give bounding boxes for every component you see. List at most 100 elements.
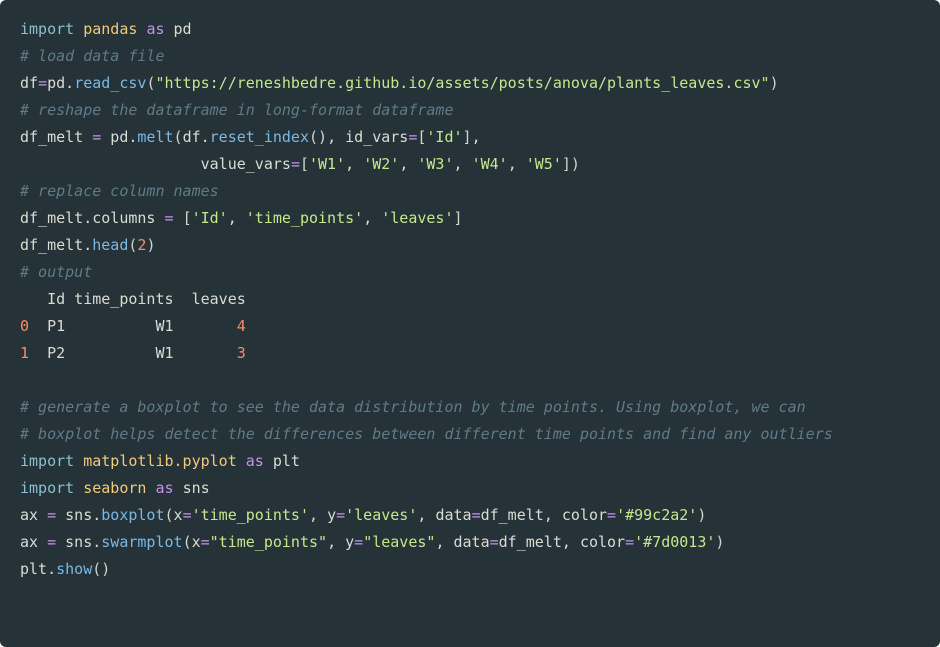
comma: , <box>399 155 417 173</box>
function-call: show <box>56 560 92 578</box>
string-literal: 'leaves' <box>345 506 417 524</box>
identifier: ax <box>20 506 47 524</box>
comment: # reshape the dataframe in long-format d… <box>20 101 453 119</box>
keyword-import: import <box>20 479 74 497</box>
identifier: ax <box>20 533 47 551</box>
equals: = <box>607 506 616 524</box>
identifier: sns <box>56 506 92 524</box>
string-literal: 'time_points' <box>192 506 309 524</box>
comma: , <box>228 209 246 227</box>
code-line: plt.show() <box>20 560 110 578</box>
string-literal: "https://reneshbedre.github.io/assets/po… <box>155 74 769 92</box>
code-line: # boxplot helps detect the differences b… <box>20 425 833 443</box>
keyword-as: as <box>155 479 173 497</box>
alias: sns <box>183 479 210 497</box>
paren-close: ) <box>101 560 110 578</box>
code-line: # generate a boxplot to see the data dis… <box>20 398 815 416</box>
output-index: 0 <box>20 317 29 335</box>
equals: = <box>354 533 363 551</box>
code-line: value_vars=['W1', 'W2', 'W3', 'W4', 'W5'… <box>20 155 580 173</box>
comma: , <box>345 155 363 173</box>
kwarg: color <box>562 506 607 524</box>
code-block[interactable]: import pandas as pd # load data file df=… <box>0 0 940 647</box>
identifier: df_melt <box>481 506 544 524</box>
equals: = <box>291 155 300 173</box>
module-name: matplotlib.pyplot <box>83 452 237 470</box>
identifier: df_melt <box>20 209 83 227</box>
module-name: pandas <box>83 20 137 38</box>
identifier: df <box>20 74 38 92</box>
code-line: # load data file <box>20 47 165 65</box>
comma: , <box>472 128 481 146</box>
bracket-close: ] <box>463 128 472 146</box>
kwarg: data <box>435 506 471 524</box>
alias: plt <box>273 452 300 470</box>
paren-open: ( <box>183 533 192 551</box>
comment: # replace column names <box>20 182 219 200</box>
identifier: sns <box>56 533 92 551</box>
identifier: plt <box>20 560 47 578</box>
dot: . <box>92 533 101 551</box>
function-call: swarmplot <box>101 533 182 551</box>
kwarg: x <box>174 506 183 524</box>
identifier: df_melt <box>20 128 92 146</box>
comment: # boxplot helps detect the differences b… <box>20 425 833 443</box>
attribute: columns <box>92 209 164 227</box>
code-line: ax = sns.boxplot(x='time_points', y='lea… <box>20 506 706 524</box>
output-value: 3 <box>237 344 246 362</box>
output-index: 1 <box>20 344 29 362</box>
code-line: # reshape the dataframe in long-format d… <box>20 101 453 119</box>
string-literal: "time_points" <box>210 533 327 551</box>
comment: # load data file <box>20 47 165 65</box>
equals: = <box>47 533 56 551</box>
paren-open: ( <box>309 128 318 146</box>
code-line: import seaborn as sns <box>20 479 210 497</box>
kwarg: y <box>345 533 354 551</box>
equals: = <box>201 533 210 551</box>
string-literal: 'Id' <box>192 209 228 227</box>
keyword-import: import <box>20 452 74 470</box>
string-literal: 'W4' <box>472 155 508 173</box>
comment: # generate a boxplot to see the data dis… <box>20 398 815 416</box>
comma: , <box>454 155 472 173</box>
equals: = <box>472 506 481 524</box>
module-name: seaborn <box>83 479 146 497</box>
space <box>174 209 183 227</box>
equals: = <box>47 506 56 524</box>
code-line: # replace column names <box>20 182 219 200</box>
output-value: 4 <box>237 317 246 335</box>
output-line: 1 P2 W1 3 <box>20 344 246 362</box>
bracket-open: [ <box>300 155 309 173</box>
string-literal: 'time_points' <box>246 209 363 227</box>
comma: , <box>327 128 345 146</box>
string-literal: "leaves" <box>363 533 435 551</box>
string-literal: 'W1' <box>309 155 345 173</box>
string-literal: '#7d0013' <box>634 533 715 551</box>
comma: , <box>417 506 435 524</box>
code-line: df_melt.columns = ['Id', 'time_points', … <box>20 209 463 227</box>
kwarg: value_vars <box>201 155 291 173</box>
equals: = <box>490 533 499 551</box>
comment: # output <box>20 263 92 281</box>
paren-open: ( <box>92 560 101 578</box>
dot: . <box>83 236 92 254</box>
equals: = <box>625 533 634 551</box>
output-row: P2 W1 <box>29 344 237 362</box>
string-literal: 'W2' <box>363 155 399 173</box>
equals: = <box>38 74 47 92</box>
paren-close: ) <box>571 155 580 173</box>
paren-open: ( <box>165 506 174 524</box>
kwarg: x <box>192 533 201 551</box>
code-line: # output <box>20 263 92 281</box>
comma: , <box>562 533 580 551</box>
kwarg: color <box>580 533 625 551</box>
equals: = <box>183 506 192 524</box>
output-line: Id time_points leaves <box>20 290 246 308</box>
kwarg: y <box>327 506 336 524</box>
code-line: df_melt.head(2) <box>20 236 155 254</box>
keyword-import: import <box>20 20 74 38</box>
output-header: Id time_points leaves <box>20 290 246 308</box>
comma: , <box>363 209 381 227</box>
comma: , <box>435 533 453 551</box>
paren-close: ) <box>697 506 706 524</box>
